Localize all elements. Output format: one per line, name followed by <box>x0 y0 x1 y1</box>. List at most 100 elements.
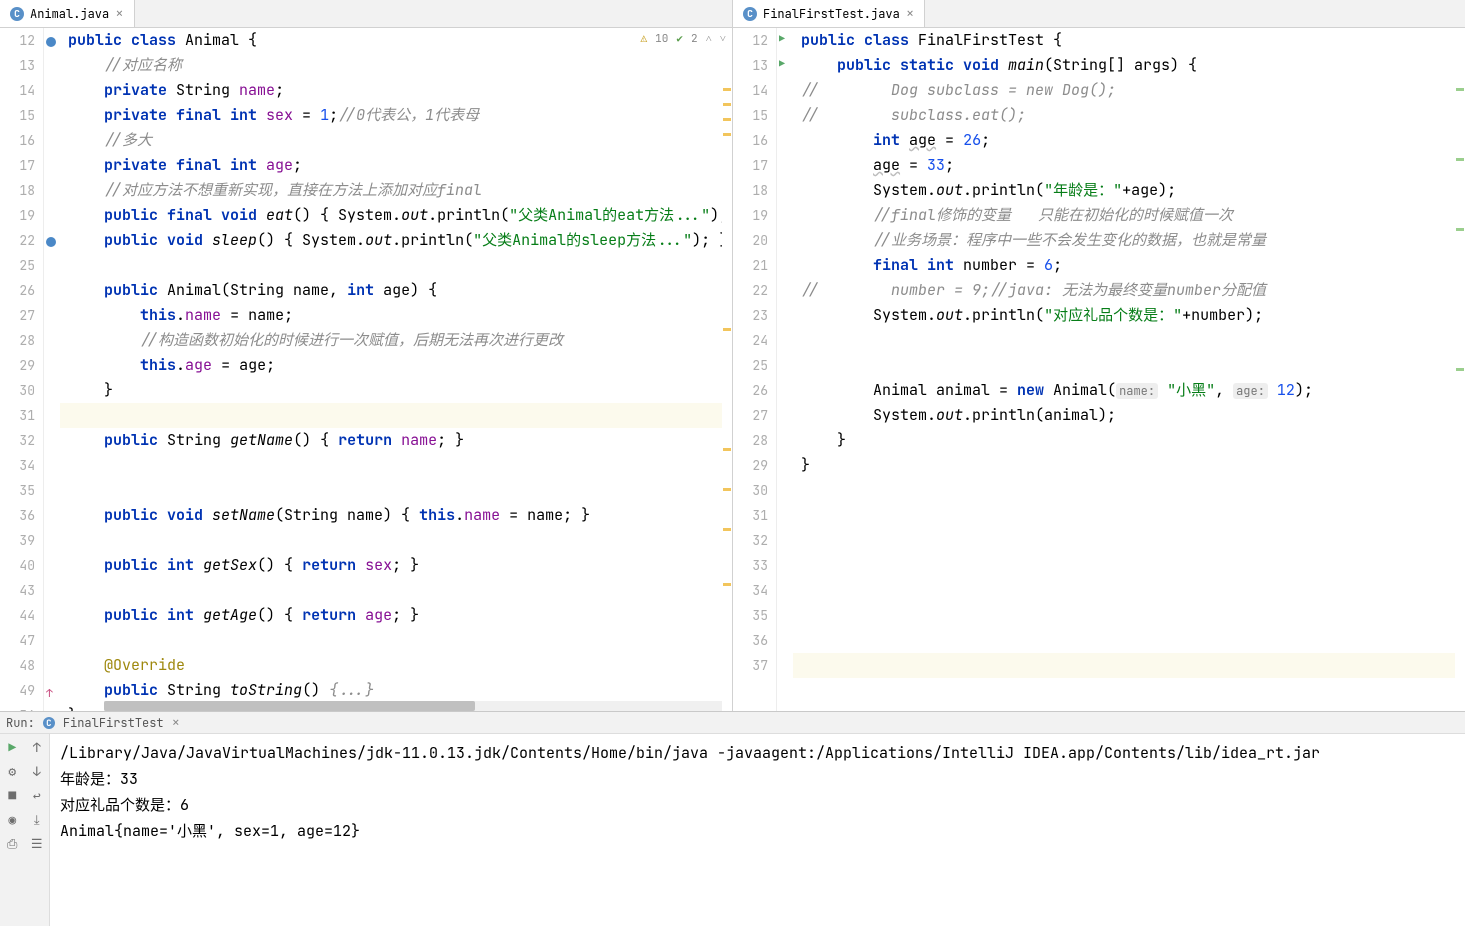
wrap-icon[interactable]: ↩ <box>28 786 46 804</box>
line-number: 17 <box>0 153 35 178</box>
line-number: 31 <box>0 403 35 428</box>
editor-left: 12 13 14 15 16 17 18 19 22 25 26 27 28 2… <box>0 28 733 711</box>
gutter-icons-right: ▶ ▶ <box>777 28 793 711</box>
line-number: 39 <box>0 528 35 553</box>
close-icon[interactable]: × <box>172 714 180 732</box>
output-line: 年龄是：33 <box>60 769 138 789</box>
tab-label: Animal.java <box>30 6 109 22</box>
typo-icon: ✔ <box>676 32 683 46</box>
gutter-right[interactable]: 12 13 14 15 16 17 18 19 20 21 22 23 24 2… <box>733 28 777 711</box>
close-icon[interactable]: × <box>906 5 914 23</box>
line-number: 30 <box>733 478 768 503</box>
line-number: 37 <box>733 653 768 678</box>
filter-icon[interactable]: ☰ <box>28 834 46 852</box>
gutter-icons-left: ↑ <box>44 28 60 711</box>
close-icon[interactable]: × <box>115 5 123 23</box>
line-number: 35 <box>0 478 35 503</box>
chevron-down-icon[interactable]: ˅ <box>720 32 726 46</box>
implements-icon[interactable]: ↑ <box>46 684 58 696</box>
gutter-left[interactable]: 12 13 14 15 16 17 18 19 22 25 26 27 28 2… <box>0 28 44 711</box>
line-number: 16 <box>733 128 768 153</box>
line-number: 33 <box>733 553 768 578</box>
tabs-left-group: C Animal.java × <box>0 0 733 27</box>
run-label: Run: <box>6 715 35 731</box>
line-number: 20 <box>733 228 768 253</box>
line-number: 16 <box>0 128 35 153</box>
chevron-up-icon[interactable]: ˄ <box>706 32 712 46</box>
line-number: 44 <box>0 603 35 628</box>
run-toolbar: ▶ ⚙ ■ ◉ ⎙ ↑ ↓ ↩ ⤓ ☰ <box>0 734 50 926</box>
error-stripe-left[interactable] <box>722 28 732 711</box>
line-number: 34 <box>733 578 768 603</box>
line-number: 29 <box>0 353 35 378</box>
line-number: 43 <box>0 578 35 603</box>
code-area-left[interactable]: ⚠10 ✔2 ˄ ˅ public class Animal { //对应名称 … <box>60 28 732 711</box>
line-number: 26 <box>733 378 768 403</box>
line-number: 34 <box>0 453 35 478</box>
scrollbar-thumb[interactable] <box>104 701 475 711</box>
line-number: 26 <box>0 278 35 303</box>
line-number: 28 <box>733 428 768 453</box>
line-number: 49 <box>0 678 35 703</box>
down-icon[interactable]: ↓ <box>28 762 46 780</box>
scrollbar-horizontal[interactable] <box>104 701 722 711</box>
java-class-icon: C <box>10 7 24 21</box>
warning-count: 10 <box>655 32 668 46</box>
up-icon[interactable]: ↑ <box>28 738 46 756</box>
line-number: 13 <box>733 53 768 78</box>
line-number: 25 <box>0 253 35 278</box>
scroll-icon[interactable]: ⤓ <box>28 810 46 828</box>
tab-finalfirsttest[interactable]: C FinalFirstTest.java × <box>733 0 925 27</box>
console-output[interactable]: /Library/Java/JavaVirtualMachines/jdk-11… <box>50 734 1465 926</box>
printer-icon[interactable]: ⎙ <box>3 834 21 852</box>
override-icon[interactable] <box>46 34 58 46</box>
run-gutter-icon[interactable]: ▶ <box>779 57 791 69</box>
rerun-icon[interactable]: ▶ <box>3 738 21 756</box>
tab-animal[interactable]: C Animal.java × <box>0 0 135 27</box>
line-number: 12 <box>733 28 768 53</box>
typo-count: 2 <box>691 32 698 46</box>
editors-split: 12 13 14 15 16 17 18 19 22 25 26 27 28 2… <box>0 28 1465 711</box>
line-number: 15 <box>733 103 768 128</box>
line-number: 30 <box>0 378 35 403</box>
line-number: 40 <box>0 553 35 578</box>
output-line: Animal{name='小黑', sex=1, age=12} <box>60 821 360 841</box>
line-number: 14 <box>733 78 768 103</box>
run-header: Run: C FinalFirstTest × <box>0 712 1465 734</box>
line-number: 32 <box>0 428 35 453</box>
editor-right: 12 13 14 15 16 17 18 19 20 21 22 23 24 2… <box>733 28 1465 711</box>
run-config-name[interactable]: FinalFirstTest <box>63 715 164 731</box>
line-number: 22 <box>733 278 768 303</box>
code-area-right[interactable]: public class FinalFirstTest { public sta… <box>793 28 1465 711</box>
run-gutter-icon[interactable]: ▶ <box>779 32 791 44</box>
error-stripe-right[interactable] <box>1455 28 1465 711</box>
line-number: 47 <box>0 628 35 653</box>
line-number: 18 <box>733 178 768 203</box>
line-number: 27 <box>733 403 768 428</box>
tab-bar: C Animal.java × C FinalFirstTest.java × <box>0 0 1465 28</box>
line-number: 23 <box>733 303 768 328</box>
line-number: 14 <box>0 78 35 103</box>
line-number: 35 <box>733 603 768 628</box>
tab-label: FinalFirstTest.java <box>763 6 900 22</box>
line-number: 18 <box>0 178 35 203</box>
line-number: 29 <box>733 453 768 478</box>
tabs-right-group: C FinalFirstTest.java × <box>733 0 1465 27</box>
line-number: 36 <box>733 628 768 653</box>
line-number: 56 <box>0 703 35 711</box>
override-icon[interactable] <box>46 234 58 246</box>
line-number: 12 <box>0 28 35 53</box>
line-number: 32 <box>733 528 768 553</box>
line-number: 19 <box>733 203 768 228</box>
stop-icon[interactable]: ■ <box>3 786 21 804</box>
output-line: 对应礼品个数是：6 <box>60 795 189 815</box>
java-class-icon: C <box>743 7 757 21</box>
line-number: 27 <box>0 303 35 328</box>
camera-icon[interactable]: ◉ <box>3 810 21 828</box>
inspection-widget[interactable]: ⚠10 ✔2 ˄ ˅ <box>641 32 726 46</box>
line-number: 24 <box>733 328 768 353</box>
line-number: 25 <box>733 353 768 378</box>
line-number: 19 <box>0 203 35 228</box>
settings-icon[interactable]: ⚙ <box>3 762 21 780</box>
line-number: 13 <box>0 53 35 78</box>
